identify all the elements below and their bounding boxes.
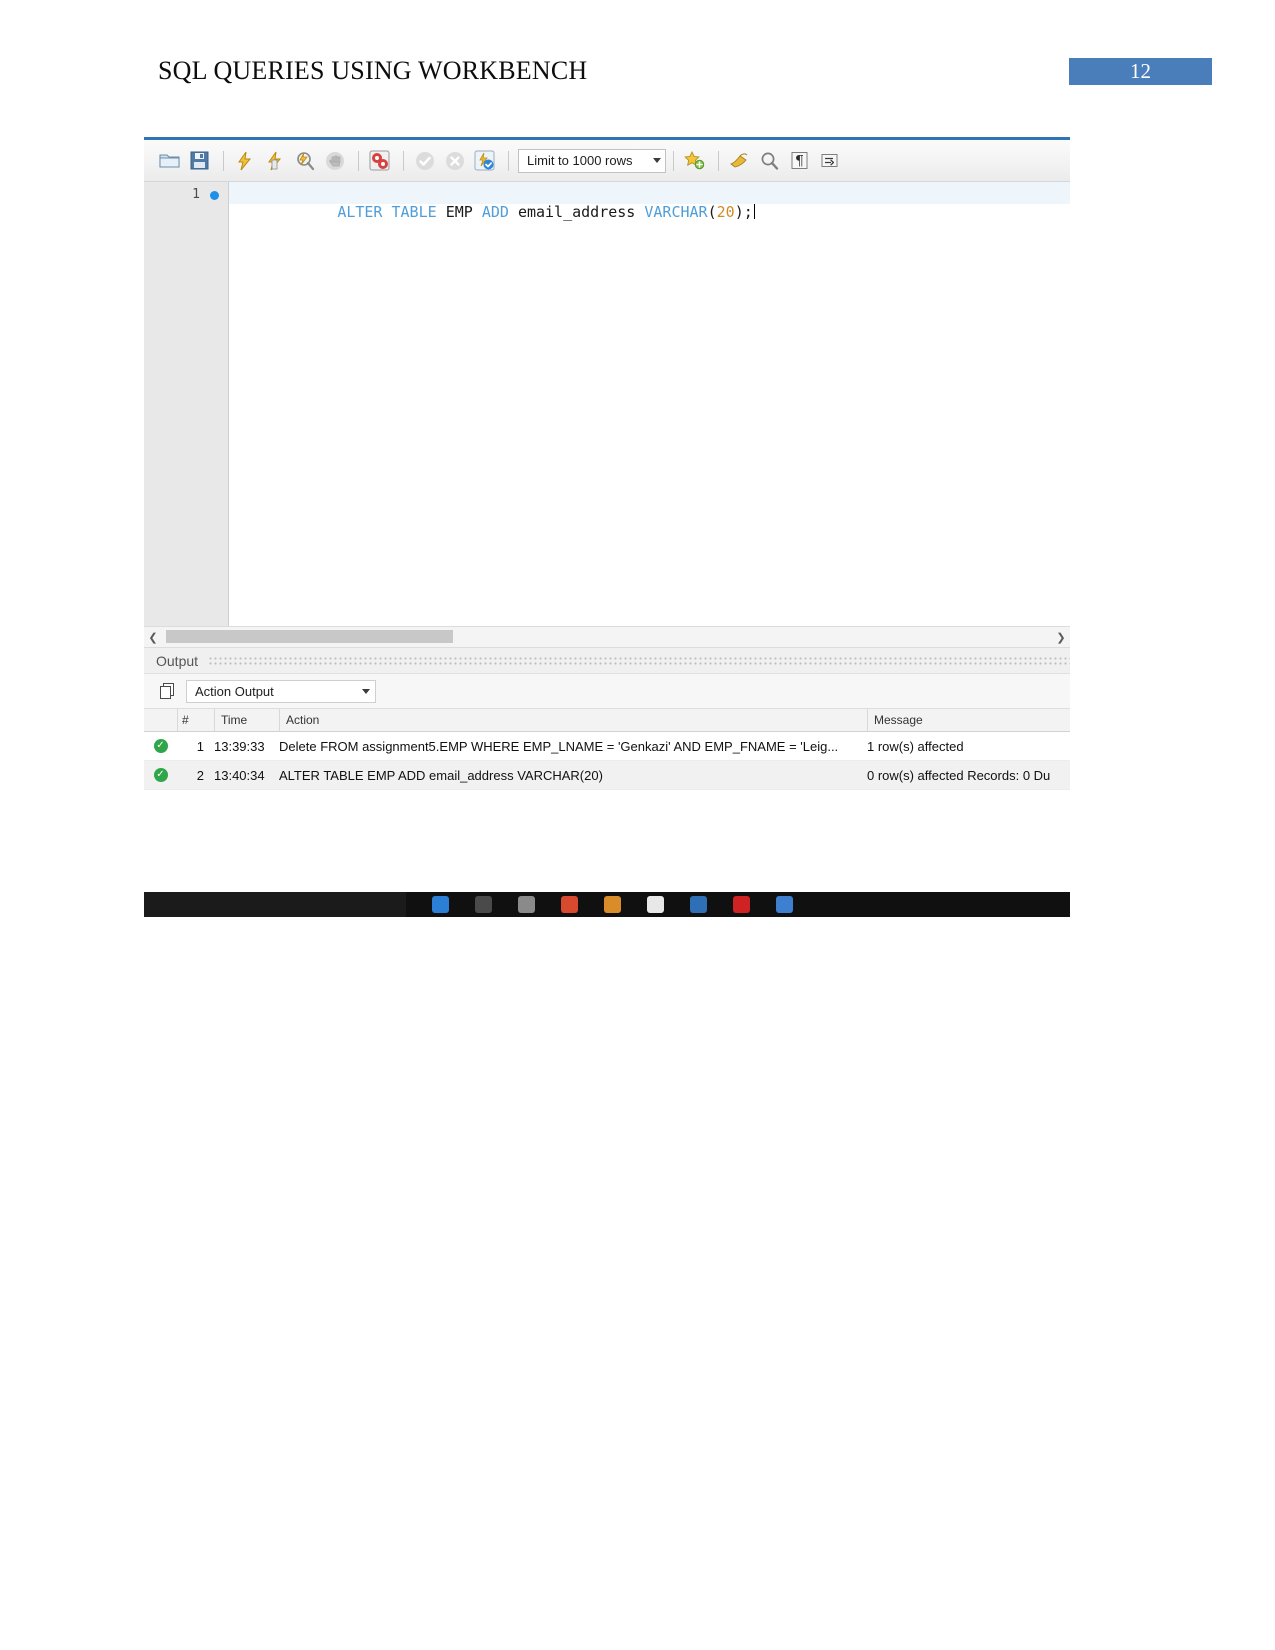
sql-token-plain (382, 203, 391, 221)
row-status-success-icon: ✓ (144, 768, 177, 782)
stop-execution-icon[interactable] (321, 147, 348, 174)
table-row[interactable]: ✓ 2 13:40:34 ALTER TABLE EMP ADD email_a… (144, 761, 1070, 790)
editor-gutter: 1 (144, 182, 229, 626)
row-limit-value: Limit to 1000 rows (527, 153, 633, 168)
row-time: 13:40:34 (214, 767, 265, 783)
sql-token-keyword: ALTER (337, 203, 383, 221)
row-number: 1 (196, 738, 204, 754)
scroll-left-icon[interactable]: ❮ (144, 628, 162, 646)
taskbar-app-icon[interactable] (776, 896, 793, 913)
commit-icon[interactable] (411, 147, 438, 174)
chevron-down-icon (362, 688, 370, 694)
sql-token-punct: ); (734, 203, 753, 221)
row-status-success-icon: ✓ (144, 739, 177, 753)
taskbar-icons (406, 896, 1070, 913)
editor-code-area[interactable]: ALTER TABLE EMP ADD email_address VARCHA… (229, 182, 1070, 626)
table-empty-area (144, 790, 1070, 892)
action-output-table: # Time Action Message ✓ 1 13:39:33 Delet… (144, 708, 1070, 892)
column-header-message[interactable]: Message (867, 709, 1070, 731)
document-page: SQL QUERIES USING WORKBENCH 12 Limit to … (0, 0, 1275, 1650)
explain-query-icon[interactable] (291, 147, 318, 174)
toggle-stop-on-error-icon[interactable] (366, 147, 393, 174)
column-header-time[interactable]: Time (214, 709, 279, 731)
scrollbar-thumb[interactable] (166, 630, 453, 643)
sql-token-keyword: TABLE (391, 203, 437, 221)
row-time: 13:39:33 (214, 738, 265, 754)
output-type-value: Action Output (195, 683, 274, 699)
copy-output-icon[interactable] (156, 680, 178, 702)
page-title: SQL QUERIES USING WORKBENCH (158, 56, 588, 85)
save-script-icon[interactable] (186, 147, 213, 174)
sql-token-number: 20 (716, 203, 735, 221)
toolbar-separator (223, 150, 224, 171)
sql-editor[interactable]: 1 ALTER TABLE EMP ADD email_address VARC… (144, 182, 1070, 626)
toggle-word-wrap-icon[interactable] (816, 147, 843, 174)
output-selector-row: Action Output (144, 674, 1070, 708)
svg-text:¶: ¶ (795, 154, 804, 170)
line-number: 1 (192, 187, 200, 202)
page-number-badge: 12 (1069, 58, 1212, 85)
sql-token-keyword: VARCHAR (644, 203, 708, 221)
output-type-select[interactable]: Action Output (186, 679, 376, 703)
toggle-autocommit-icon[interactable] (471, 147, 498, 174)
execute-current-statement-icon[interactable] (261, 147, 288, 174)
toggle-invisible-characters-icon[interactable]: ¶ (786, 147, 813, 174)
output-panel-title: Output (156, 652, 199, 669)
sql-editor-toolbar: Limit to 1000 rows ¶ (144, 140, 1070, 182)
taskbar-app-icon[interactable] (733, 896, 750, 913)
document-header: SQL QUERIES USING WORKBENCH 12 (0, 0, 1275, 120)
execute-statement-icon[interactable] (231, 147, 258, 174)
sql-statement: ALTER TABLE EMP ADD email_address VARCHA… (247, 185, 755, 239)
sql-token-identifier: EMP (445, 203, 473, 221)
column-header-action[interactable]: Action (279, 709, 867, 731)
toolbar-separator (508, 150, 509, 171)
taskbar-start-area (144, 892, 406, 917)
row-action: ALTER TABLE EMP ADD email_address VARCHA… (279, 767, 603, 783)
taskbar-app-icon[interactable] (432, 896, 449, 913)
toolbar-separator (718, 150, 719, 171)
find-icon[interactable] (756, 147, 783, 174)
sql-token-plain (509, 203, 518, 221)
open-sql-script-icon[interactable] (156, 147, 183, 174)
taskbar-app-icon[interactable] (647, 896, 664, 913)
toolbar-separator (673, 150, 674, 171)
taskbar-app-icon[interactable] (690, 896, 707, 913)
table-header-row: # Time Action Message (144, 708, 1070, 732)
table-row[interactable]: ✓ 1 13:39:33 Delete FROM assignment5.EMP… (144, 732, 1070, 761)
output-panel-header: Output (144, 648, 1070, 674)
sql-token-plain (437, 203, 446, 221)
column-header-num[interactable]: # (177, 709, 214, 731)
taskbar-app-icon[interactable] (604, 896, 621, 913)
beautify-query-icon[interactable] (726, 147, 753, 174)
os-taskbar (144, 892, 1070, 917)
taskbar-app-icon[interactable] (475, 896, 492, 913)
sql-token-plain (473, 203, 482, 221)
row-message: 1 row(s) affected (867, 738, 964, 754)
sql-token-identifier: email_address (517, 203, 636, 221)
sql-token-punct: ( (707, 203, 717, 221)
row-message: 0 row(s) affected Records: 0 Du (867, 767, 1051, 783)
editor-horizontal-scrollbar[interactable]: ❮ ❯ (144, 626, 1070, 648)
text-caret (753, 204, 755, 219)
scroll-right-icon[interactable]: ❯ (1052, 628, 1070, 646)
statement-marker-icon (210, 191, 219, 200)
rollback-icon[interactable] (441, 147, 468, 174)
row-number: 2 (196, 767, 204, 783)
row-limit-selector[interactable]: Limit to 1000 rows (518, 148, 666, 173)
toolbar-separator (358, 150, 359, 171)
toolbar-separator (403, 150, 404, 171)
chevron-down-icon (653, 158, 661, 163)
row-action: Delete FROM assignment5.EMP WHERE EMP_LN… (279, 738, 839, 754)
scrollbar-track[interactable] (162, 630, 1052, 644)
sql-token-keyword: ADD (481, 203, 509, 221)
save-snippet-icon[interactable] (681, 147, 708, 174)
taskbar-app-icon[interactable] (561, 896, 578, 913)
mysql-workbench-screenshot: Limit to 1000 rows ¶ 1 ALTER TABLE EMP A… (144, 137, 1070, 925)
splitter-grip[interactable] (208, 656, 1070, 665)
taskbar-app-icon[interactable] (518, 896, 535, 913)
